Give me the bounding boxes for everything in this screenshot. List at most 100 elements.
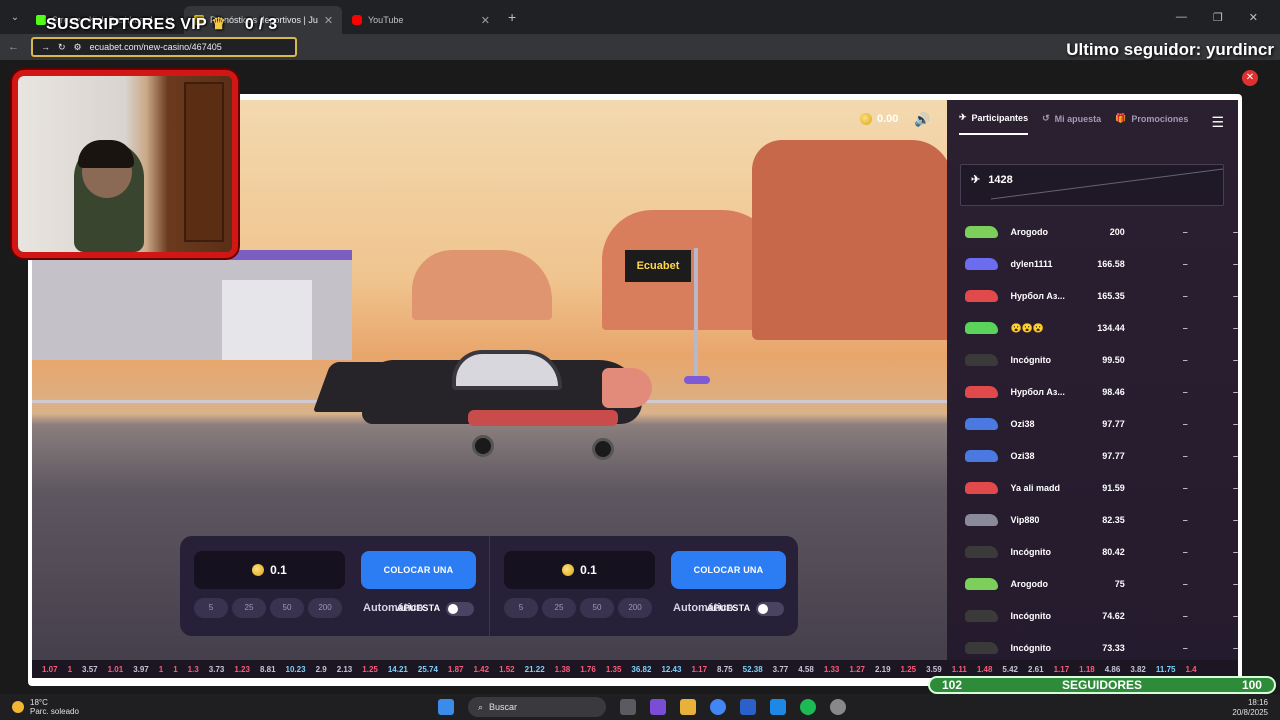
multiplier-value: 3.77 [772, 664, 789, 674]
system-clock[interactable]: 18:16 20/8/2025 [1232, 698, 1268, 718]
chrome-icon[interactable] [710, 699, 726, 715]
participant-bet: 165.35 [1097, 291, 1125, 301]
participant-bet: 74.62 [1102, 611, 1125, 621]
participant-multiplier: – [1182, 227, 1188, 237]
chip-5[interactable]: 5 [504, 598, 538, 618]
chip-5[interactable]: 5 [194, 598, 228, 618]
chip-200[interactable]: 200 [618, 598, 652, 618]
participant-name: Arogodo [1010, 579, 1048, 589]
back-icon[interactable]: ← [8, 41, 19, 53]
chip-25[interactable]: 25 [542, 598, 576, 618]
multiplier-value: 3.57 [82, 664, 98, 674]
site-info-icon[interactable]: ⚙ [74, 42, 82, 53]
multiplier-value: 8.81 [259, 664, 276, 674]
rock-mesa [412, 250, 552, 320]
participant-plane-icon [965, 258, 999, 270]
forward-icon[interactable]: → [41, 42, 50, 52]
multiplier-value: 1 [67, 664, 73, 674]
windows-start-icon[interactable] [438, 699, 454, 715]
taskbar-apps: ⌕ Buscar [438, 697, 846, 717]
participant-plane-icon [965, 354, 999, 366]
minimize-icon[interactable]: — [1176, 11, 1187, 24]
participant-name: Ozi38 [1010, 419, 1035, 429]
maximize-icon[interactable]: ❐ [1213, 11, 1223, 24]
multiplier-value: 1.76 [580, 664, 596, 674]
tab-list-chevron-icon[interactable]: ⌄ [4, 12, 26, 23]
app-icon[interactable] [770, 699, 786, 715]
task-view-icon[interactable] [620, 699, 636, 715]
multiplier-value: 1.87 [447, 664, 464, 674]
window-close-icon[interactable]: ✕ [1249, 11, 1258, 24]
multiplier-value: 1.01 [107, 664, 124, 674]
coin-icon [860, 113, 872, 125]
multiplier-value: 1.48 [976, 664, 993, 674]
participant-row: Arogodo 75 – – [947, 568, 1238, 600]
chip-25[interactable]: 25 [232, 598, 266, 618]
coin-icon [252, 564, 265, 576]
spotify-icon[interactable] [800, 699, 816, 715]
tab-close-icon[interactable]: ✕ [324, 14, 333, 27]
url-text[interactable]: ecuabet.com/new-casino/467405 [90, 42, 222, 52]
participant-bet: 134.44 [1097, 323, 1125, 333]
store-icon[interactable] [740, 699, 756, 715]
place-bet-button[interactable]: COLOCAR UNA APUESTA [361, 551, 476, 613]
auto-toggle[interactable] [446, 602, 474, 616]
multiplier-value: 52.38 [742, 664, 763, 674]
auto-label: Automático [363, 602, 424, 614]
tab-youtube[interactable]: YouTube ✕ [342, 6, 500, 34]
multiplier-value: 21.22 [524, 664, 545, 674]
chip-200[interactable]: 200 [308, 598, 342, 618]
balance-value: 0.00 [877, 113, 899, 125]
participant-name: Нурбол Аз... [1010, 291, 1065, 301]
coin-icon [562, 564, 575, 576]
place-bet-button[interactable]: COLOCAR UNA APUESTA [671, 551, 786, 613]
multiplier-value: 1 [173, 664, 178, 674]
bet-amount-field[interactable]: 0.1 [194, 551, 345, 589]
sidebar-tabs: ✈ Participantes ↺ Mi apuesta 🎁 Promocion… [959, 112, 1188, 135]
new-tab-icon[interactable]: + [508, 9, 516, 25]
participant-row: 😮😮😮 134.44 – – [947, 312, 1238, 344]
close-game-icon[interactable]: ✕ [1242, 70, 1258, 86]
kick-favicon-icon [36, 15, 46, 25]
multiplier-value: 1.27 [849, 664, 865, 674]
last-follower-overlay: Ultimo seguidor: yurdincr [1066, 40, 1274, 59]
multiplier-value: 2.13 [336, 664, 353, 674]
file-explorer-icon[interactable] [680, 699, 696, 715]
sound-icon[interactable]: 🔊 [914, 112, 930, 128]
chip-50[interactable]: 50 [270, 598, 304, 618]
followers-current: 102 [942, 678, 963, 692]
tab-close-icon[interactable]: ✕ [481, 14, 490, 27]
participant-win: – [1232, 355, 1238, 365]
omnibox[interactable]: → ↻ ⚙ ecuabet.com/new-casino/467405 [31, 37, 297, 57]
reload-icon[interactable]: ↻ [58, 42, 66, 53]
taskbar-search[interactable]: ⌕ Buscar [468, 697, 606, 717]
hamburger-menu-icon[interactable]: ☰ [1211, 114, 1224, 131]
windows-taskbar: 18°C Parc. soleado ⌕ Buscar 18:16 20/8/2… [0, 694, 1280, 720]
multiplier-value: 3.97 [133, 664, 149, 674]
obs-icon[interactable] [830, 699, 846, 715]
participants-trend-line [990, 168, 1224, 200]
followers-label: SEGUIDORES [1061, 678, 1142, 692]
participant-name: Incógnito [1010, 547, 1051, 557]
tab-promociones[interactable]: 🎁 Promociones [1115, 113, 1188, 134]
participant-row: Arogodo 200 – – [947, 216, 1238, 248]
flag-pole-base [684, 376, 710, 384]
toggle-knob [448, 604, 458, 614]
flag-pole [694, 248, 698, 382]
participant-name: Incógnito [1010, 355, 1051, 365]
weather-widget[interactable]: 18°C Parc. soleado [12, 698, 79, 716]
quick-amount-chips: 5 25 50 200 [504, 598, 652, 618]
participant-bet: 75 [1114, 579, 1125, 589]
participant-win: – [1232, 611, 1238, 621]
participant-win: – [1232, 387, 1238, 397]
plane-wheel [592, 438, 614, 460]
participant-multiplier: – [1182, 355, 1188, 365]
auto-toggle[interactable] [756, 602, 784, 616]
history-icon: ↺ [1042, 113, 1050, 123]
copilot-icon[interactable] [650, 699, 666, 715]
tab-mi-apuesta[interactable]: ↺ Mi apuesta [1042, 113, 1101, 134]
chip-50[interactable]: 50 [580, 598, 614, 618]
hangar-building [32, 250, 352, 360]
bet-amount-field[interactable]: 0.1 [504, 551, 655, 589]
tab-participantes[interactable]: ✈ Participantes [959, 112, 1029, 135]
